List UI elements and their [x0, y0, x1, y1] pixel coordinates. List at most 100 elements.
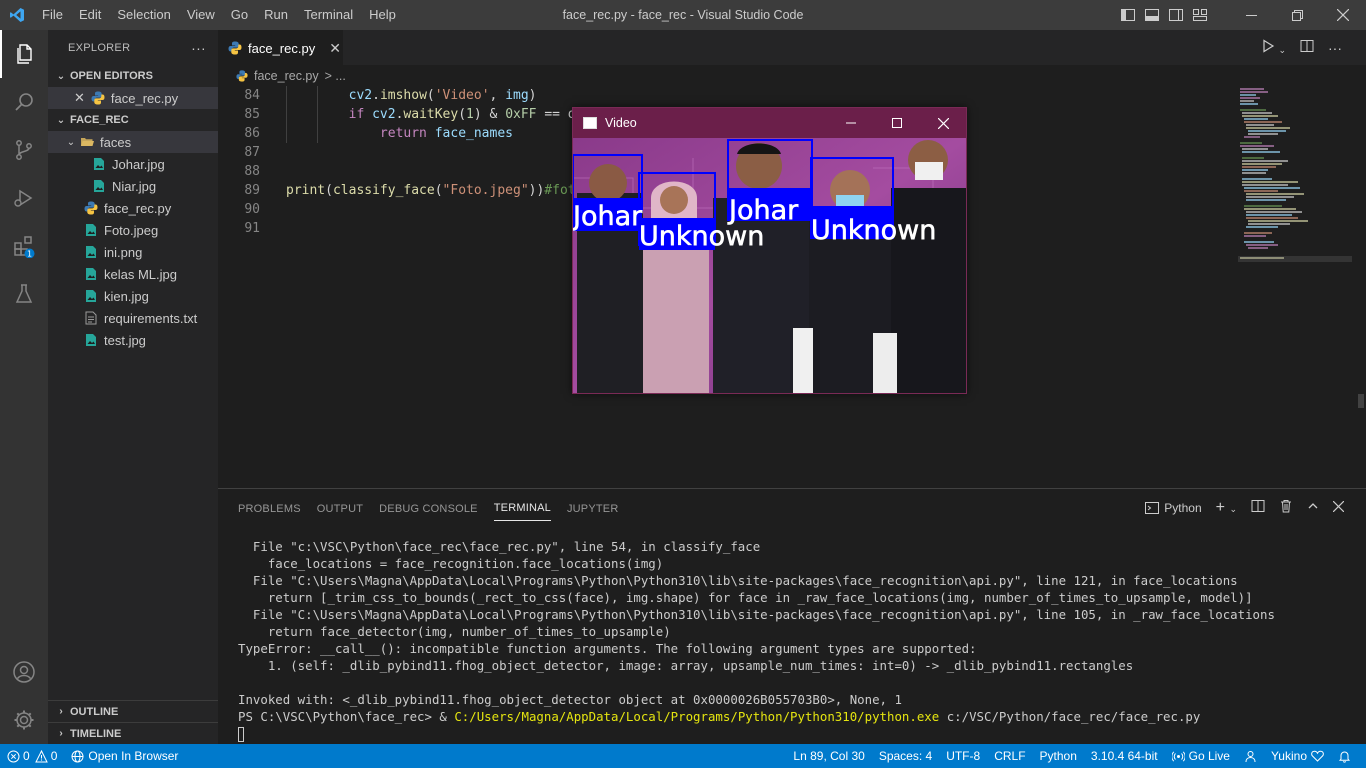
outline-header[interactable]: › OUTLINE — [48, 700, 218, 722]
video-window[interactable]: Video Johar Unknown Johar Unknown — [572, 107, 967, 394]
toggle-panel-icon[interactable] — [1144, 7, 1160, 23]
tree-file-kien[interactable]: kien.jpg — [48, 285, 218, 307]
indentation[interactable]: Spaces: 4 — [872, 744, 939, 768]
terminal-line: face_locations = face_recognition.face_l… — [238, 556, 664, 571]
menu-terminal[interactable]: Terminal — [296, 0, 361, 30]
toggle-sidebar-icon[interactable] — [1120, 7, 1136, 23]
tree-file-foto[interactable]: Foto.jpeg — [48, 219, 218, 241]
source-control-icon[interactable] — [0, 126, 48, 174]
globe-icon — [71, 750, 84, 762]
testing-flask-icon[interactable] — [0, 270, 48, 318]
open-editors-label: OPEN EDITORS — [70, 70, 153, 82]
settings-gear-icon[interactable] — [0, 696, 48, 744]
split-terminal-icon[interactable] — [1251, 499, 1265, 516]
minimap-slider[interactable] — [1238, 256, 1352, 262]
video-minimize-button[interactable] — [828, 108, 874, 138]
menu-file[interactable]: File — [34, 0, 71, 30]
terminal-line: Invoked with: <_dlib_pybind11.fhog_objec… — [238, 692, 902, 707]
notifications-bell-icon[interactable] — [1331, 750, 1358, 763]
go-live-button[interactable]: Go Live — [1165, 744, 1237, 768]
menu-edit[interactable]: Edit — [71, 0, 109, 30]
tree-folder-faces[interactable]: ⌄ faces — [48, 131, 218, 153]
tree-file-johar[interactable]: Johar.jpg — [48, 153, 218, 175]
tab-jupyter[interactable]: JUPYTER — [567, 495, 619, 521]
more-actions-icon[interactable]: ··· — [1328, 40, 1342, 56]
language-mode[interactable]: Python — [1033, 744, 1084, 768]
close-panel-icon[interactable] — [1332, 500, 1345, 515]
open-editors-header[interactable]: ⌄ OPEN EDITORS — [48, 65, 218, 87]
video-close-button[interactable] — [920, 108, 966, 138]
kill-terminal-trash-icon[interactable] — [1279, 499, 1293, 516]
menu-selection[interactable]: Selection — [109, 0, 178, 30]
tree-file-test[interactable]: test.jpg — [48, 329, 218, 351]
tree-file-niar[interactable]: Niar.jpg — [48, 175, 218, 197]
outline-label: OUTLINE — [70, 705, 119, 718]
video-frame-image: Johar Unknown Johar Unknown — [573, 138, 966, 393]
line-endings[interactable]: CRLF — [987, 744, 1032, 768]
account-icon[interactable] — [0, 648, 48, 696]
tree-file-requirements[interactable]: requirements.txt — [48, 307, 218, 329]
toggle-secondary-sidebar-icon[interactable] — [1168, 7, 1184, 23]
extensions-icon[interactable]: 1 — [0, 222, 48, 270]
tree-item-label: face_rec.py — [104, 200, 172, 216]
indent-guides — [286, 86, 318, 143]
restore-button[interactable] — [1274, 0, 1320, 30]
close-window-button[interactable] — [1320, 0, 1366, 30]
minimap[interactable] — [1238, 86, 1352, 486]
open-editor-name: face_rec.py — [110, 90, 179, 106]
run-debug-icon[interactable] — [0, 174, 48, 222]
open-editor-item[interactable]: ✕ face_rec.py — [48, 87, 218, 109]
customize-layout-icon[interactable] — [1192, 7, 1208, 23]
tree-file-kelas-ml[interactable]: kelas ML.jpg — [48, 263, 218, 285]
code-line-89: print(classify_face("Foto.jpeg"))#fot — [286, 183, 576, 198]
terminal-line: TypeError: __call__(): incompatible func… — [238, 641, 977, 656]
video-maximize-button[interactable] — [874, 108, 920, 138]
tab-debug-console[interactable]: DEBUG CONSOLE — [379, 495, 478, 521]
terminal-line: File "C:\Users\Magna\AppData\Local\Progr… — [238, 607, 1275, 622]
maximize-panel-chevron-up-icon[interactable] — [1307, 500, 1319, 515]
theme-status[interactable]: Yukino — [1264, 744, 1331, 768]
tree-item-label: ini.png — [104, 244, 143, 260]
explorer-more-actions-button[interactable]: ··· — [191, 40, 206, 56]
new-terminal-icon[interactable]: + ⌄ — [1216, 499, 1237, 517]
timeline-header[interactable]: › TIMELINE — [48, 722, 218, 744]
line-number: 91 — [244, 221, 260, 236]
search-icon[interactable] — [0, 78, 48, 126]
video-window-titlebar[interactable]: Video — [573, 108, 966, 138]
video-frame: Johar Unknown Johar Unknown — [573, 138, 966, 393]
tree-file-ini[interactable]: ini.png — [48, 241, 218, 263]
minimize-button[interactable] — [1228, 0, 1274, 30]
menu-view[interactable]: View — [179, 0, 223, 30]
close-tab-icon[interactable]: ✕ — [329, 40, 341, 57]
project-folder-header[interactable]: ⌄ FACE_REC — [48, 109, 218, 131]
cursor-position[interactable]: Ln 89, Col 30 — [786, 744, 871, 768]
problems-status[interactable]: 0 0 — [0, 744, 64, 768]
menu-run[interactable]: Run — [256, 0, 296, 30]
python-interpreter[interactable]: 3.10.4 64-bit — [1084, 744, 1165, 768]
breadcrumb-symbol[interactable]: > ... — [325, 69, 346, 83]
explorer-icon[interactable] — [0, 30, 48, 78]
tab-problems[interactable]: PROBLEMS — [238, 495, 301, 521]
explorer-title: EXPLORER — [68, 41, 131, 54]
menu-go[interactable]: Go — [223, 0, 256, 30]
heart-icon — [1311, 750, 1324, 762]
tab-output[interactable]: OUTPUT — [317, 495, 363, 521]
terminal-output[interactable]: File "c:\VSC\Python\face_rec\face_rec.py… — [238, 538, 1358, 742]
tab-terminal[interactable]: TERMINAL — [493, 494, 551, 521]
terminal-selector[interactable]: Python — [1145, 501, 1202, 515]
status-bar: 0 0 Open In Browser Ln 89, Col 30 Spaces… — [0, 744, 1366, 768]
breadcrumb-file[interactable]: face_rec.py — [254, 69, 319, 83]
tree-file-face-rec[interactable]: face_rec.py — [48, 197, 218, 219]
menu-help[interactable]: Help — [361, 0, 404, 30]
split-editor-icon[interactable] — [1300, 39, 1314, 56]
editor-scrollbar[interactable] — [1356, 86, 1366, 486]
encoding[interactable]: UTF-8 — [939, 744, 987, 768]
tree-item-label: requirements.txt — [104, 310, 198, 326]
tab-face-rec-py[interactable]: face_rec.py ✕ — [218, 30, 343, 65]
scrollbar-thumb[interactable] — [1358, 394, 1364, 408]
open-in-browser-button[interactable]: Open In Browser — [64, 744, 185, 768]
breadcrumb: face_rec.py > ... — [218, 65, 1366, 87]
feedback-person-icon[interactable] — [1237, 750, 1264, 763]
close-editor-icon[interactable]: ✕ — [74, 90, 85, 106]
run-python-file-icon[interactable]: ⌄ — [1261, 39, 1286, 56]
